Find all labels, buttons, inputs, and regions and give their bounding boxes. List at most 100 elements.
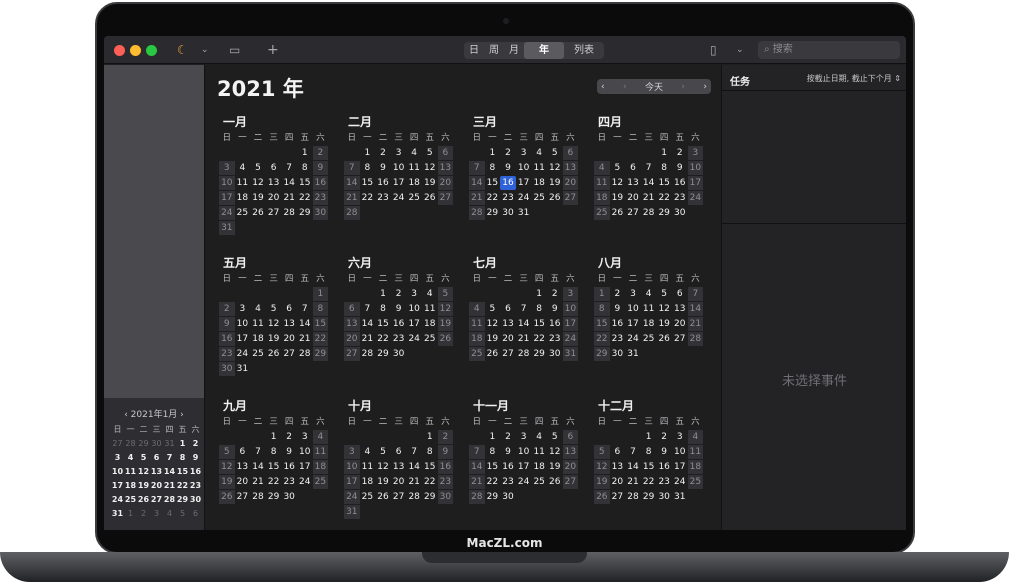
day-cell[interactable]: 23 [437,475,454,489]
day-cell[interactable]: 19 [547,176,563,190]
day-cell[interactable]: 8 [375,302,391,316]
mini-day-cell[interactable]: 29 [176,493,189,506]
day-cell[interactable]: 14 [406,460,422,474]
next-button[interactable]: › [681,82,685,92]
day-cell[interactable]: 7 [250,445,266,459]
day-cell[interactable]: 22 [485,191,501,205]
day-cell[interactable]: 10 [672,445,688,459]
day-cell[interactable]: 30 [391,347,407,361]
chevron-down-icon[interactable]: ⌄ [201,36,209,64]
day-cell[interactable]: 4 [469,302,485,316]
day-cell[interactable]: 30 [312,206,329,220]
day-cell[interactable]: 18 [594,191,610,205]
day-cell[interactable]: 16 [281,460,297,474]
day-cell[interactable]: 22 [375,332,391,346]
day-cell[interactable]: 1 [594,287,610,301]
day-cell[interactable]: 12 [547,445,563,459]
mini-day-cell[interactable]: 4 [124,451,137,464]
today-button[interactable]: 今天 [645,80,663,93]
day-cell[interactable]: 21 [641,191,657,205]
day-cell[interactable]: 17 [391,176,407,190]
day-cell[interactable]: 5 [266,302,282,316]
day-cell[interactable]: 29 [312,347,329,361]
sidebar-toggle-icon[interactable]: ▭ [229,36,240,64]
day-cell[interactable]: 16 [312,176,329,190]
day-cell[interactable]: 2 [656,430,672,444]
day-cell[interactable]: 6 [235,445,251,459]
day-cell[interactable]: 24 [687,191,704,205]
day-cell[interactable]: 11 [312,445,329,459]
day-cell[interactable]: 8 [360,161,376,175]
day-cell[interactable]: 6 [672,287,688,301]
day-cell[interactable]: 15 [297,176,313,190]
day-cell[interactable]: 7 [281,161,297,175]
mini-day-cell[interactable]: 3 [111,451,124,464]
day-cell[interactable]: 30 [672,206,688,220]
day-cell[interactable]: 13 [610,460,626,474]
day-cell[interactable]: 4 [235,161,251,175]
day-cell[interactable]: 12 [219,460,235,474]
day-cell[interactable]: 10 [219,176,235,190]
day-cell[interactable]: 8 [266,445,282,459]
day-cell[interactable]: 12 [250,176,266,190]
add-event-button[interactable]: + [267,36,279,64]
day-cell[interactable]: 21 [469,475,485,489]
mini-day-cell[interactable]: 31 [111,507,124,520]
day-cell[interactable]: 14 [344,176,360,190]
day-cell[interactable]: 24 [391,191,407,205]
day-cell[interactable]: 19 [485,332,501,346]
day-cell[interactable]: 5 [547,146,563,160]
day-cell[interactable]: 26 [656,332,672,346]
day-cell[interactable]: 4 [531,146,547,160]
day-cell[interactable]: 15 [266,460,282,474]
day-cell[interactable]: 15 [375,317,391,331]
day-cell[interactable]: 25 [531,475,547,489]
day-cell[interactable]: 2 [312,146,329,160]
day-cell[interactable]: 4 [312,430,329,444]
day-cell[interactable]: 25 [422,332,438,346]
day-cell[interactable]: 18 [312,460,329,474]
day-cell[interactable]: 1 [485,430,501,444]
day-cell[interactable]: 27 [500,347,516,361]
day-cell[interactable]: 9 [547,302,563,316]
day-cell[interactable]: 11 [235,176,251,190]
day-cell[interactable]: 8 [297,161,313,175]
day-cell[interactable]: 9 [610,302,626,316]
day-cell[interactable]: 21 [516,332,532,346]
day-cell[interactable]: 21 [297,332,313,346]
day-cell[interactable]: 24 [297,475,313,489]
day-cell[interactable]: 4 [687,430,704,444]
day-cell[interactable]: 9 [656,445,672,459]
day-cell[interactable]: 8 [422,445,438,459]
day-cell[interactable]: 14 [360,317,376,331]
day-cell[interactable]: 3 [344,445,360,459]
day-cell[interactable]: 7 [516,302,532,316]
day-cell[interactable]: 1 [641,430,657,444]
mini-day-cell[interactable]: 16 [189,465,202,478]
day-cell[interactable]: 23 [547,332,563,346]
day-cell[interactable]: 5 [250,161,266,175]
day-cell[interactable]: 29 [422,490,438,504]
day-cell[interactable]: 19 [656,317,672,331]
mini-day-cell[interactable]: 6 [150,451,163,464]
day-cell[interactable]: 4 [641,287,657,301]
day-cell[interactable]: 18 [406,176,422,190]
day-cell[interactable]: 21 [281,191,297,205]
day-cell[interactable]: 25 [250,347,266,361]
day-cell[interactable]: 21 [250,475,266,489]
day-cell[interactable]: 14 [625,460,641,474]
day-cell[interactable]: 24 [562,332,579,346]
day-cell[interactable]: 6 [437,146,454,160]
mini-day-cell[interactable]: 4 [163,507,176,520]
day-cell[interactable]: 11 [594,176,610,190]
inspector-icon[interactable]: ▯ [710,36,717,64]
day-cell[interactable]: 23 [672,191,688,205]
day-cell[interactable]: 7 [360,302,376,316]
mini-day-cell[interactable]: 13 [150,465,163,478]
day-cell[interactable]: 9 [391,302,407,316]
mini-day-cell[interactable]: 23 [189,479,202,492]
day-cell[interactable]: 25 [531,191,547,205]
day-cell[interactable]: 6 [391,445,407,459]
day-cell[interactable]: 8 [641,445,657,459]
day-cell[interactable]: 22 [422,475,438,489]
